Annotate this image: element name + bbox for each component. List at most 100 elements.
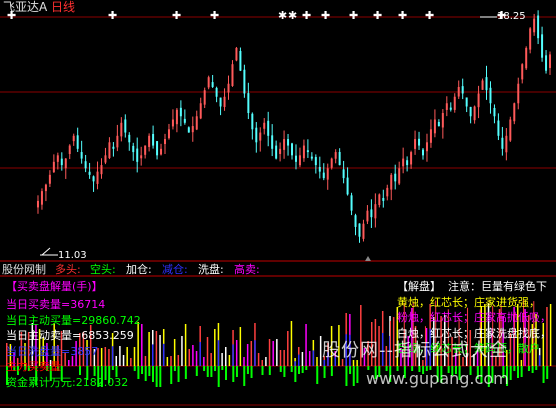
volume-bar-down bbox=[349, 366, 352, 374]
volume-bar-down bbox=[152, 366, 154, 382]
signal-marker: ✚ bbox=[172, 9, 181, 22]
volume-bar-down bbox=[246, 366, 249, 374]
indicator-item-sell-high: 高卖: bbox=[234, 263, 260, 276]
volume-bar-down bbox=[345, 366, 348, 386]
candle-body bbox=[322, 172, 325, 179]
candle-body bbox=[164, 139, 166, 145]
candle-body bbox=[485, 77, 488, 91]
candle-body bbox=[398, 168, 401, 184]
candle-body bbox=[152, 133, 155, 146]
candle-body bbox=[239, 50, 242, 71]
volume-bar-down bbox=[517, 366, 519, 378]
candle-body bbox=[429, 129, 432, 143]
candle-body bbox=[366, 210, 369, 222]
volume-bar-wash bbox=[254, 340, 256, 366]
volume-bar-up bbox=[206, 337, 209, 366]
signal-marker: ✚ bbox=[373, 9, 382, 22]
candle-body bbox=[453, 96, 456, 110]
candle-body bbox=[406, 160, 409, 166]
candle-body bbox=[144, 145, 147, 155]
volume-bar-up bbox=[203, 357, 205, 366]
high-price-label: 18.25 bbox=[497, 11, 526, 22]
volume-bar-up bbox=[184, 324, 187, 366]
low-price-label: 11.03 bbox=[58, 250, 87, 261]
volume-bar-up bbox=[250, 341, 253, 366]
volume-bar-down bbox=[268, 366, 271, 375]
candle-body bbox=[80, 152, 83, 159]
candle-body bbox=[76, 135, 79, 149]
candle-body bbox=[148, 135, 151, 147]
candle-body bbox=[68, 145, 71, 154]
volume-bar-up bbox=[520, 360, 523, 366]
volume-bar-up bbox=[177, 355, 180, 366]
candle-body bbox=[382, 197, 385, 201]
candle-body bbox=[211, 82, 214, 87]
candle-body bbox=[354, 215, 357, 227]
candle-body bbox=[175, 109, 178, 125]
volume-bar-down bbox=[356, 366, 359, 383]
volume-bar-down bbox=[298, 366, 300, 374]
candle-body bbox=[215, 87, 218, 97]
candle-body bbox=[275, 145, 278, 159]
candle-body bbox=[187, 127, 190, 133]
volume-bar-up bbox=[210, 353, 212, 366]
candle-body bbox=[386, 187, 389, 197]
volume-bar-up bbox=[305, 324, 307, 366]
watermark-title: 股份网--指标公式大全 bbox=[322, 340, 508, 361]
volume-bar-wash bbox=[152, 344, 154, 366]
volume-bar-up bbox=[308, 351, 311, 366]
volume-bar-up bbox=[257, 353, 260, 366]
panel-line-capital: 资金累计万元:2182.032 bbox=[6, 376, 129, 389]
candle-body bbox=[136, 148, 139, 162]
period-label[interactable]: 日线 bbox=[51, 1, 75, 14]
candle-body bbox=[545, 55, 548, 71]
volume-bar-down bbox=[137, 366, 140, 379]
candle-body bbox=[418, 138, 421, 146]
volume-bar-up bbox=[261, 360, 263, 366]
candle-body bbox=[414, 139, 417, 149]
candle-body bbox=[120, 122, 123, 137]
volume-bar-down bbox=[323, 366, 326, 378]
candle-body bbox=[112, 146, 115, 149]
volume-bar-up bbox=[246, 344, 249, 366]
indicator-item-add: 加仓: bbox=[126, 263, 152, 276]
volume-bar-down bbox=[531, 366, 534, 373]
volume-bar-down bbox=[513, 366, 516, 371]
candle-body bbox=[132, 145, 135, 153]
watermark-url: www.gupang.com bbox=[366, 369, 509, 388]
candle-body bbox=[473, 106, 476, 121]
indicator-name[interactable]: 股份网制 bbox=[2, 263, 46, 276]
volume-bar-up bbox=[137, 322, 139, 366]
candle-body bbox=[183, 118, 186, 123]
volume-bar-down bbox=[330, 366, 333, 376]
volume-bar-up bbox=[68, 360, 70, 366]
candle-body bbox=[243, 69, 246, 94]
candle-body bbox=[310, 156, 313, 159]
volume-bar-down bbox=[316, 366, 319, 384]
candle-body bbox=[251, 113, 254, 130]
candle-body bbox=[394, 173, 397, 182]
volume-bar-wash bbox=[298, 354, 300, 366]
volume-bar-wash bbox=[294, 361, 296, 366]
volume-bar-up bbox=[148, 332, 150, 366]
volume-bar-up bbox=[279, 350, 282, 366]
signal-marker: ✚ bbox=[425, 9, 434, 22]
candle-body bbox=[271, 135, 274, 149]
candle-body bbox=[537, 15, 540, 39]
legend-line-pink: 粉烛，红芯长；庄家高抛低吸， bbox=[397, 311, 551, 324]
candle-body bbox=[195, 116, 198, 130]
panel-line-wash: 当日洗盘量=3857 bbox=[6, 345, 99, 358]
candle-body bbox=[497, 120, 500, 136]
volume-bar-down bbox=[195, 366, 198, 376]
candle-body bbox=[402, 158, 405, 167]
signal-marker: ✱ bbox=[288, 9, 297, 22]
volume-bar-down bbox=[144, 366, 147, 381]
volume-bar-up bbox=[221, 353, 223, 366]
candle-body bbox=[374, 204, 377, 219]
candle-body bbox=[44, 184, 47, 192]
candle-body bbox=[338, 151, 341, 166]
volume-bar-up bbox=[170, 356, 172, 366]
candle-body bbox=[378, 194, 381, 206]
candle-body bbox=[449, 107, 452, 110]
candle-body bbox=[124, 119, 127, 133]
